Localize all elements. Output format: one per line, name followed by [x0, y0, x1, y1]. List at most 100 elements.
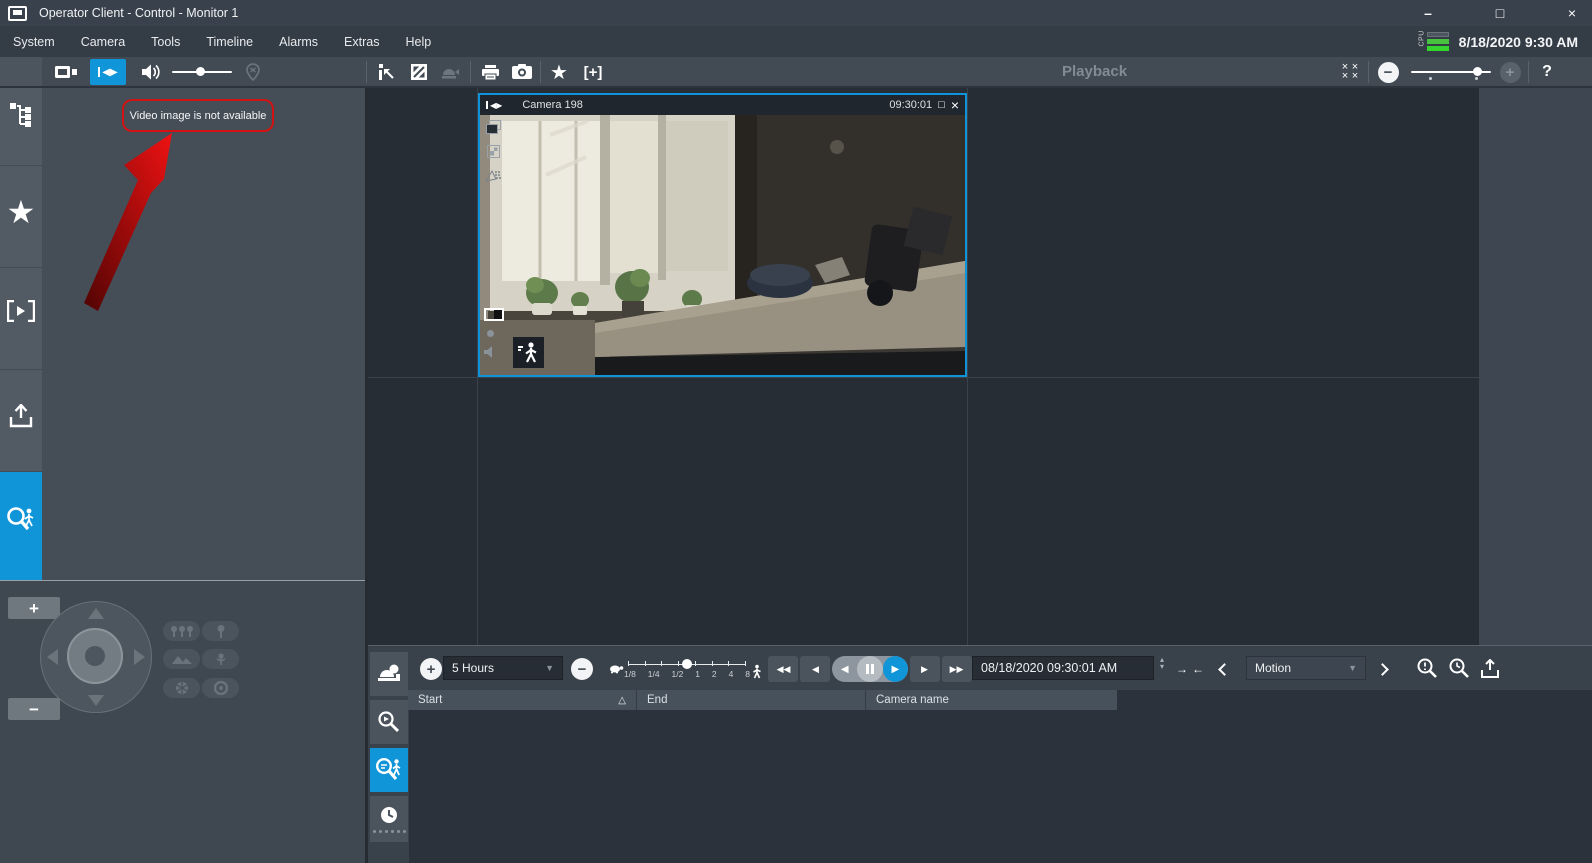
help-icon[interactable]: ?: [1536, 59, 1558, 85]
print-icon[interactable]: [477, 59, 503, 85]
zoom-out-button[interactable]: −: [1377, 59, 1399, 85]
runner-fast-icon: [750, 664, 762, 680]
timeline-clock-button[interactable]: [370, 796, 408, 842]
camera-tile-time: 09:30:01: [889, 99, 932, 111]
caret-down-icon: ▼: [1348, 663, 1357, 673]
speed-control[interactable]: 1/81/41/21248: [608, 656, 762, 682]
tile-maximize-icon[interactable]: □: [938, 96, 945, 114]
pane-count-slider[interactable]: [1408, 59, 1494, 85]
duration-select[interactable]: 5 Hours ▼: [443, 656, 563, 680]
motion-search-button[interactable]: [370, 748, 408, 792]
results-list[interactable]: [409, 710, 1592, 863]
pause-button[interactable]: [857, 656, 882, 682]
layers-icon[interactable]: [486, 120, 501, 134]
previous-event-button[interactable]: [1220, 656, 1229, 682]
favorites-star-icon: ★: [7, 196, 36, 228]
add-bookmark-icon[interactable]: [+]: [578, 59, 608, 85]
camera-video-frame[interactable]: [480, 115, 965, 375]
tab-favorites[interactable]: ★: [0, 166, 42, 268]
video-search-button[interactable]: [370, 700, 408, 744]
tile-audio-icon[interactable]: [484, 346, 497, 358]
menu-alarms[interactable]: Alarms: [266, 35, 331, 49]
ptz-up-icon[interactable]: [88, 608, 104, 619]
shrink-range-button[interactable]: −: [571, 656, 593, 682]
caret-down-icon: ▼: [545, 663, 554, 673]
play-backward-button[interactable]: ◀: [832, 656, 857, 682]
aspect-ratio-icon[interactable]: [484, 308, 504, 321]
next-frame-button[interactable]: ▶: [910, 656, 940, 682]
alarm-recall-icon: [436, 59, 464, 85]
speed-knob[interactable]: [682, 659, 692, 669]
ptz-zoom-tele-button: [202, 621, 239, 641]
center-timeline-button[interactable]: →←: [1176, 656, 1204, 682]
camera-tile[interactable]: ◀▶ Camera 198 09:30:01 □ ×: [478, 93, 967, 377]
snapshot-icon[interactable]: [508, 59, 536, 85]
annotation-arrow: [50, 125, 190, 325]
menu-extras[interactable]: Extras: [331, 35, 392, 49]
ptz-iris-open-button: [202, 678, 239, 698]
system-datetime: 8/18/2020 9:30 AM: [1459, 34, 1578, 50]
expand-range-button[interactable]: +: [420, 656, 442, 682]
app-window: Operator Client - Control - Monitor 1 – …: [0, 0, 1592, 863]
camera-view-icon[interactable]: [50, 59, 82, 85]
event-filter-select[interactable]: Motion ▼: [1246, 656, 1366, 680]
column-start[interactable]: Start △: [408, 690, 637, 710]
zoom-in-button: +: [1499, 59, 1521, 85]
column-camera-name[interactable]: Camera name: [866, 690, 1117, 710]
mode-title: Playback: [1062, 63, 1127, 80]
restore-layout-icon[interactable]: [374, 59, 400, 85]
playback-mode-button[interactable]: ◀▶: [90, 59, 126, 85]
image-quality-icon[interactable]: [487, 145, 500, 158]
play-button[interactable]: ▶: [883, 656, 908, 682]
ptz-right-icon[interactable]: [134, 649, 145, 665]
motion-search-badge: [513, 337, 544, 368]
maximize-button[interactable]: □: [1490, 0, 1510, 26]
close-all-panes-icon[interactable]: ×× ××: [1338, 59, 1362, 85]
jump-to-end-button[interactable]: ▶▶: [942, 656, 972, 682]
stream-select-icon[interactable]: [485, 169, 502, 182]
tab-logical-tree[interactable]: [0, 88, 42, 166]
column-end[interactable]: End: [637, 690, 866, 710]
sidebar-tabs: ★: [0, 88, 42, 580]
export-video-icon[interactable]: [1480, 656, 1500, 682]
maximize-pane-icon[interactable]: [406, 59, 432, 85]
alarm-list-button[interactable]: [370, 652, 408, 696]
tile-close-icon[interactable]: ×: [951, 96, 959, 114]
search-panel: Video image is not available: [42, 88, 365, 580]
next-event-button[interactable]: [1378, 656, 1387, 682]
ptz-focus-near-button: [202, 649, 239, 669]
ptz-hub[interactable]: [67, 628, 123, 684]
tab-bookmarks[interactable]: [0, 268, 42, 370]
minimize-button[interactable]: –: [1418, 0, 1438, 26]
ptz-zoom-in-button[interactable]: +: [8, 597, 60, 619]
audio-icon[interactable]: [136, 59, 164, 85]
search-alarms-icon[interactable]: [1416, 656, 1438, 682]
results-table-header: Start △ End Camera name: [408, 690, 1117, 710]
search-video-by-time-icon[interactable]: [1448, 656, 1470, 682]
volume-slider[interactable]: [170, 59, 234, 85]
tab-video-search[interactable]: [0, 472, 42, 580]
menu-camera[interactable]: Camera: [68, 35, 138, 49]
ptz-zoom-out-button[interactable]: −: [8, 698, 60, 720]
datetime-spinner[interactable]: ▴▾: [1160, 656, 1164, 682]
menu-tools[interactable]: Tools: [138, 35, 193, 49]
camera-tile-title: Camera 198: [522, 99, 583, 111]
sort-asc-icon: △: [618, 695, 626, 706]
menu-timeline[interactable]: Timeline: [193, 35, 266, 49]
ptz-joystick[interactable]: [40, 601, 152, 713]
playback-datetime-field[interactable]: 08/18/2020 09:30:01 AM: [972, 656, 1154, 680]
close-button[interactable]: ×: [1562, 0, 1582, 26]
menu-system[interactable]: System: [0, 35, 68, 49]
toolbar: ◀▶ ★ [+] Playback: [0, 57, 1592, 88]
ptz-down-icon[interactable]: [88, 695, 104, 706]
ptz-left-icon[interactable]: [47, 649, 58, 665]
tab-export[interactable]: [0, 370, 42, 472]
timeline-dots-icon: [373, 827, 406, 833]
menu-help[interactable]: Help: [392, 35, 444, 49]
logical-tree-icon: [9, 102, 33, 128]
previous-frame-button[interactable]: ◀: [800, 656, 830, 682]
speed-slider[interactable]: 1/81/41/21248: [628, 656, 746, 682]
ptz-iris-close-button: [163, 678, 200, 698]
jump-to-start-button[interactable]: ◀◀: [768, 656, 798, 682]
favorites-star-icon[interactable]: ★: [546, 59, 572, 85]
